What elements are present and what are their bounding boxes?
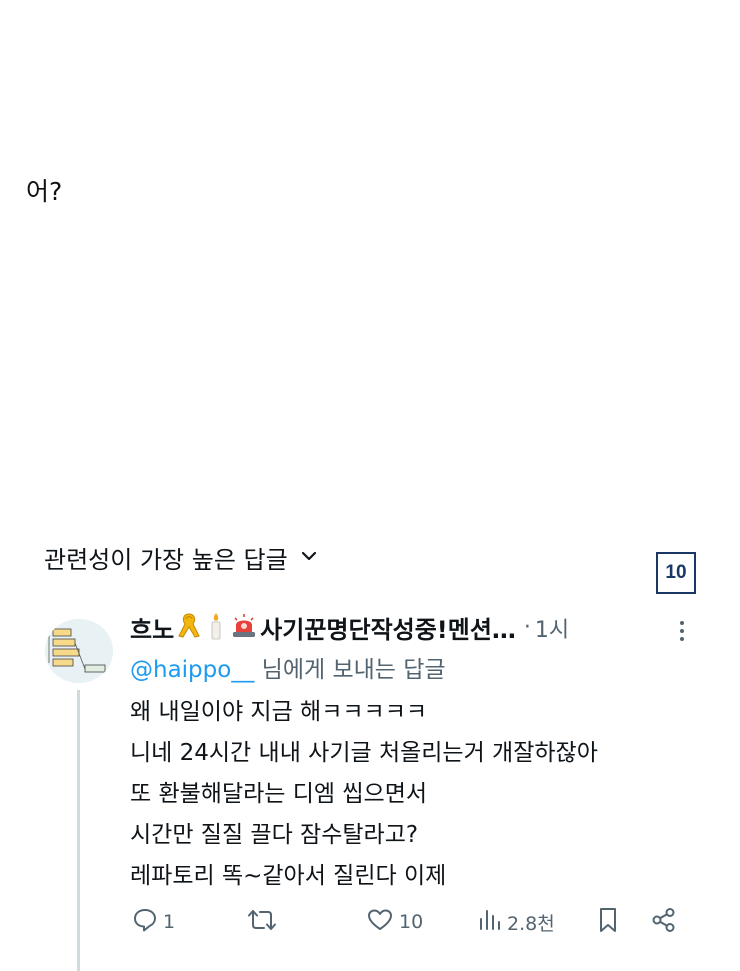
- post-caption: 어?: [26, 177, 63, 206]
- reply-line: 또 환불해달라는 디엠 씹으면서: [130, 781, 428, 807]
- reply-to-line: @haippo__ 님에게 보내는 답글: [130, 650, 446, 684]
- avatar[interactable]: [45, 619, 113, 683]
- replies-sort-dropdown[interactable]: 관련성이 가장 높은 답글: [44, 540, 318, 575]
- candle-icon: [206, 611, 226, 645]
- display-name-tail[interactable]: 사기꾼명단작성중!멘션…: [260, 610, 516, 645]
- retweet-button[interactable]: [247, 902, 282, 942]
- reply-line: 레파토리 똑~같아서 질린다 이제: [130, 863, 447, 889]
- bookmark-icon: [596, 906, 620, 939]
- comment-icon: [132, 907, 158, 938]
- time-separator: ·: [523, 615, 531, 640]
- like-count: 10: [399, 911, 424, 933]
- retweet-icon: [247, 907, 277, 938]
- reply-header: 흐노 사기꾼명단작성중!멘션… · 1시: [130, 610, 569, 645]
- reply-count: 1: [163, 911, 176, 933]
- sort-label: 관련성이 가장 높은 답글: [44, 546, 288, 574]
- reply-line: 니네 24시간 내내 사기글 처올리는거 개잘하잖아: [130, 740, 598, 766]
- heart-icon: [366, 907, 394, 938]
- ribbon-icon: [176, 612, 202, 644]
- more-options-icon[interactable]: [672, 616, 692, 646]
- number-badge: 10: [656, 552, 696, 594]
- share-button[interactable]: [650, 902, 678, 942]
- views-icon: [478, 907, 502, 938]
- thread-line: [77, 690, 80, 971]
- reply-to-suffix: 님에게 보내는 답글: [254, 657, 446, 683]
- reply-button[interactable]: 1: [132, 902, 175, 942]
- share-icon: [650, 906, 678, 939]
- bookmark-button[interactable]: [596, 902, 620, 942]
- reply-body: 왜 내일이야 지금 해ㅋㅋㅋㅋㅋ 니네 24시간 내내 사기글 처올리는거 개잘…: [130, 692, 598, 897]
- siren-icon: [230, 612, 258, 644]
- timestamp[interactable]: 1시: [535, 612, 569, 644]
- like-button[interactable]: 10: [366, 902, 423, 942]
- views-count: 2.8천: [507, 912, 555, 935]
- display-name[interactable]: 흐노: [130, 610, 174, 645]
- reply-to-handle[interactable]: @haippo__: [130, 657, 254, 683]
- reply-line: 왜 내일이야 지금 해ㅋㅋㅋㅋㅋ: [130, 699, 428, 725]
- action-bar: 1 10 2.8천: [132, 902, 692, 942]
- reply-line: 시간만 질질 끌다 잠수탈라고?: [130, 822, 419, 848]
- views-button[interactable]: 2.8천: [478, 902, 555, 942]
- chevron-down-icon: [300, 547, 318, 569]
